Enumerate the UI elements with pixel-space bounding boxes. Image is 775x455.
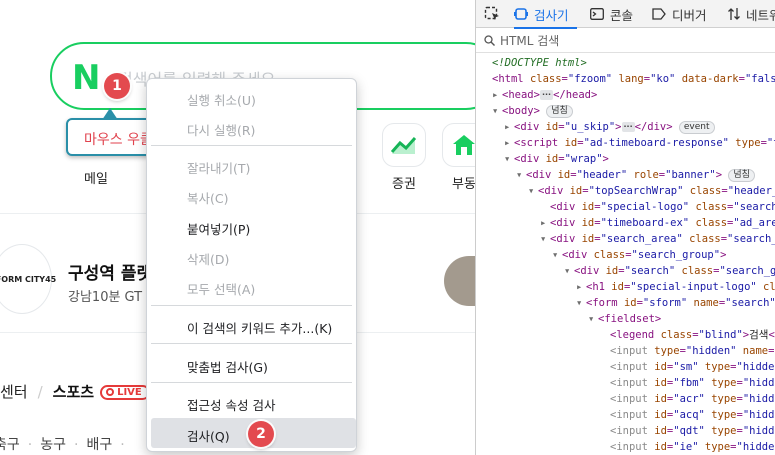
dom-node[interactable]: ▾ <fieldset> <box>476 311 775 327</box>
dom-node[interactable]: <legend class="blind">검색</legend> <box>476 327 775 343</box>
tab-console[interactable]: 콘솔 <box>590 0 633 28</box>
dom-tree: <!DOCTYPE html> <html class="fzoom" lang… <box>476 55 775 455</box>
dom-node[interactable]: ▸<h1 id="special-input-logo" class="sear… <box>476 279 775 295</box>
tab-label: 검사기 <box>534 7 569 23</box>
dom-node[interactable]: ▾<div id="search" class="search_group_in… <box>476 263 775 279</box>
real-estate-icon <box>442 123 475 167</box>
dom-node[interactable]: ▸ <div id="u_skip"> ··· </div> event <box>476 119 775 135</box>
devtools-tabbar: 검사기 콘솔 디버거 네트워 <box>476 0 775 29</box>
menu-separator <box>151 145 352 146</box>
dom-node[interactable]: ▾ <div id="header" role="banner"> 넘침 <box>476 167 775 183</box>
live-badge: LIVE <box>100 385 150 400</box>
menu-item-inspect[interactable]: 검사(Q) <box>187 426 230 445</box>
menu-item-cut[interactable]: 잘라내기(T) <box>187 158 250 177</box>
step-badge-2: 2 <box>248 421 274 447</box>
menu-item-inspect-accessibility[interactable]: 접근성 속성 검사 <box>187 395 275 414</box>
dom-node[interactable]: <input type="hidden" name="where"> <box>476 343 775 359</box>
promo-button[interactable] <box>444 256 475 306</box>
dom-node[interactable]: <input id="ie" type="hidden"> <box>476 439 775 455</box>
sports-item[interactable]: 배구 <box>86 437 112 453</box>
search-icon <box>484 35 495 46</box>
tab-debugger[interactable]: 디버거 <box>652 0 707 28</box>
tab-label: 디버거 <box>672 7 707 23</box>
dom-node[interactable]: ▾ <div id="wrap"> <box>476 151 775 167</box>
menu-item-delete[interactable]: 삭제(D) <box>187 249 229 268</box>
tab-label: 콘솔 <box>610 7 634 23</box>
debugger-icon <box>652 8 666 20</box>
tab-sports[interactable]: 스포츠 <box>53 383 94 401</box>
inspector-icon <box>514 7 528 21</box>
promo-subtitle: 강남10분 GT <box>68 290 143 305</box>
dom-node[interactable]: <html class="fzoom" lang="ko" data-dark=… <box>476 71 775 87</box>
dom-node[interactable]: ▾ <body> 넘침 <box>476 103 775 119</box>
shortcut-mail[interactable]: 메일 <box>84 168 108 187</box>
stock-chart-icon <box>382 123 426 167</box>
tab-inspector[interactable]: 검사기 <box>514 0 577 29</box>
dom-node[interactable]: <input id="fbm" type="hidden"> <box>476 375 775 391</box>
shortcut-real-estate[interactable]: 부동 <box>442 123 475 192</box>
menu-item-redo[interactable]: 다시 실행(R) <box>187 120 255 139</box>
sports-item[interactable]: 농구 <box>40 437 66 453</box>
promo-logo-text: FORM CITY45 <box>0 274 57 284</box>
html-search-placeholder: HTML 검색 <box>500 34 560 48</box>
tab-network[interactable]: 네트워 <box>728 0 775 28</box>
dom-node[interactable]: ▾<div id="search_area" class="search_are… <box>476 231 775 247</box>
dom-node[interactable]: ▾<form id="sform" name="search" role="se… <box>476 295 775 311</box>
sports-subnav: 축구 · 농구 · 배구 · <box>0 434 133 454</box>
menu-separator <box>151 382 352 383</box>
dom-node[interactable]: ▸ <script id="ad-timeboard-response" type… <box>476 135 775 151</box>
devtools-panel: 검사기 콘솔 디버거 네트워 HTML 검색 <!DOCTYPE html> <… <box>475 0 775 455</box>
menu-separator <box>151 343 352 344</box>
promo-title[interactable]: 구성역 플랫 <box>68 259 152 284</box>
menu-item-spellcheck[interactable]: 맞춤법 검사(G) <box>187 357 268 376</box>
element-picker-icon[interactable] <box>484 0 500 28</box>
menu-item-select-all[interactable]: 모두 선택(A) <box>187 279 255 298</box>
menu-item-paste[interactable]: 붙여넣기(P) <box>187 219 250 238</box>
shortcut-label: 증권 <box>392 177 416 192</box>
menu-item-add-keyword[interactable]: 이 검색의 키워드 추가...(K) <box>187 318 332 337</box>
sports-item[interactable]: 축구 <box>0 437 20 453</box>
step-badge-1: 1 <box>104 73 130 99</box>
menu-item-undo[interactable]: 실행 취소(U) <box>187 90 256 109</box>
shortcut-stock[interactable]: 증권 <box>382 123 426 192</box>
dom-node[interactable]: ▾<div id="topSearchWrap" class="header_i… <box>476 183 775 199</box>
console-icon <box>590 8 604 20</box>
naver-logo[interactable]: N <box>72 58 100 98</box>
context-menu: 실행 취소(U) 다시 실행(R) 잘라내기(T) 복사(C) 붙여넣기(P) … <box>146 78 357 452</box>
dom-node[interactable]: ▾ <div class="search_group"> <box>476 247 775 263</box>
dom-node[interactable]: <input id="acq" type="hidden"> <box>476 407 775 423</box>
shortcut-label: 메일 <box>84 172 108 187</box>
dom-node[interactable]: ▸<div id="timeboard-ex" class="ad_area"> <box>476 215 775 231</box>
live-label: LIVE <box>117 387 142 398</box>
shortcut-label: 부동 <box>452 177 475 192</box>
dom-node[interactable]: <div id="special-logo" class="search_spe… <box>476 199 775 215</box>
menu-separator <box>151 305 352 306</box>
dom-node[interactable]: ▸ <head> ··· </head> <box>476 87 775 103</box>
dom-node[interactable]: <!DOCTYPE html> <box>476 55 775 71</box>
network-icon <box>728 7 740 21</box>
dom-node[interactable]: <input id="qdt" type="hidden"> <box>476 423 775 439</box>
tab-label: 네트워 <box>746 7 775 23</box>
tab-center[interactable]: 센터 <box>0 383 28 401</box>
menu-item-copy[interactable]: 복사(C) <box>187 188 228 207</box>
news-tabs: 센터 / 스포츠 LIVE <box>0 381 150 402</box>
dom-node[interactable]: <input id="sm" type="hidden"> <box>476 359 775 375</box>
dom-node[interactable]: <input id="acr" type="hidden"> <box>476 391 775 407</box>
html-search-field[interactable]: HTML 검색 <box>476 29 775 53</box>
promo-logo[interactable]: FORM CITY45 <box>0 244 56 314</box>
